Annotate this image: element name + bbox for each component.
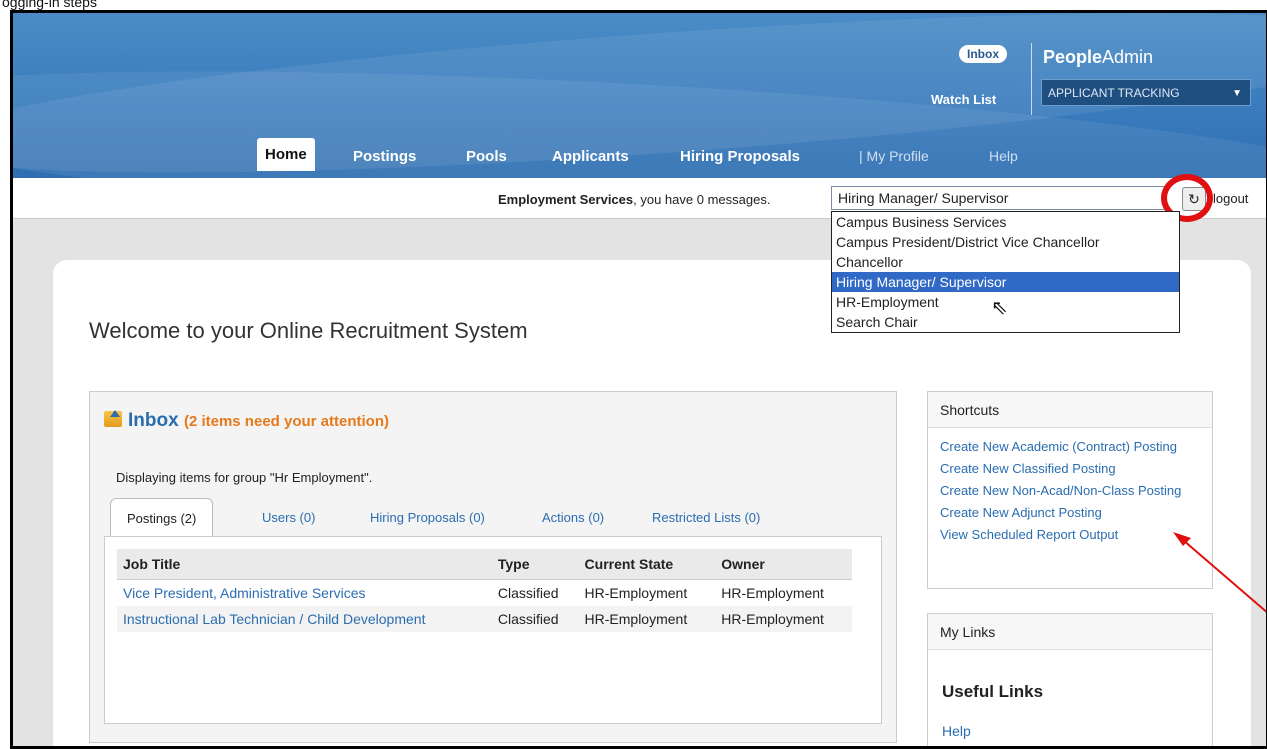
- mouse-cursor-icon: ⇖: [991, 297, 1008, 319]
- column-header[interactable]: Type: [491, 549, 579, 580]
- table-cell: Classified: [497, 585, 559, 601]
- main-nav: Home Postings Pools Applicants Hiring Pr…: [13, 138, 1266, 178]
- nav-tab-postings[interactable]: Postings: [353, 148, 416, 165]
- inbox-tabs: Postings (2) Users (0) Hiring Proposals …: [110, 498, 900, 536]
- tab-hiring-proposals[interactable]: Hiring Proposals (0): [370, 510, 485, 525]
- refresh-icon[interactable]: ↻: [1182, 187, 1206, 211]
- role-option-selected[interactable]: Hiring Manager/ Supervisor: [832, 272, 1179, 292]
- table-cell: HR-Employment: [578, 606, 716, 632]
- nav-tab-applicants[interactable]: Applicants: [552, 148, 629, 165]
- tab-users[interactable]: Users (0): [262, 510, 315, 525]
- inbox-heading: Inbox (2 items need your attention): [104, 410, 389, 432]
- shortcut-link[interactable]: Create New Non-Acad/Non-Class Posting: [940, 482, 1210, 499]
- inbox-panel: Inbox (2 items need your attention) Disp…: [89, 391, 897, 743]
- shortcut-link[interactable]: Create New Classified Posting: [940, 460, 1210, 477]
- shortcuts-heading: Shortcuts: [928, 392, 1212, 428]
- page-title: Welcome to your Online Recruitment Syste…: [89, 318, 528, 343]
- logout-link[interactable]: logout: [1213, 191, 1248, 206]
- table-row: Vice President, Administrative Services …: [117, 580, 852, 607]
- role-option[interactable]: Campus Business Services: [832, 212, 1179, 232]
- table-cell: HR-Employment: [721, 585, 824, 601]
- browser-frame: Inbox Watch List PeopleAdmin APPLICANT T…: [10, 10, 1267, 749]
- inbox-icon: [104, 410, 122, 427]
- useful-links-heading: Useful Links: [942, 682, 1044, 701]
- column-header[interactable]: Current State: [578, 549, 716, 580]
- job-title-link[interactable]: Vice President, Administrative Services: [123, 585, 366, 601]
- postings-table: Job Title Type Current State Owner Vice …: [117, 549, 852, 632]
- tab-postings[interactable]: Postings (2): [110, 498, 214, 536]
- table-cell: HR-Employment: [584, 585, 688, 601]
- header-divider: [1031, 43, 1032, 115]
- role-select[interactable]: Hiring Manager/ Supervisor: [831, 186, 1165, 210]
- table-row: Instructional Lab Technician / Child Dev…: [117, 606, 852, 632]
- column-header[interactable]: Owner: [715, 549, 852, 580]
- messages-status: Employment Services, you have 0 messages…: [498, 192, 771, 207]
- tab-restricted-lists[interactable]: Restricted Lists (0): [652, 510, 760, 525]
- job-title-link[interactable]: Instructional Lab Technician / Child Dev…: [123, 611, 425, 627]
- nav-link-my-profile[interactable]: | My Profile: [859, 148, 929, 164]
- site-header: Inbox Watch List PeopleAdmin APPLICANT T…: [13, 13, 1266, 178]
- table-cell: Classified: [491, 606, 579, 632]
- group-display-text: Displaying items for group "Hr Employmen…: [116, 470, 373, 485]
- column-header[interactable]: Job Title: [117, 549, 492, 580]
- nav-tab-pools[interactable]: Pools: [466, 148, 507, 165]
- my-links-panel: My Links Useful Links Help: [927, 613, 1213, 746]
- tab-actions[interactable]: Actions (0): [542, 510, 604, 525]
- watch-list-link[interactable]: Watch List: [931, 92, 996, 107]
- role-option[interactable]: Chancellor: [832, 252, 1179, 272]
- nav-tab-home[interactable]: Home: [257, 138, 315, 171]
- role-option[interactable]: Campus President/District Vice Chancello…: [832, 232, 1179, 252]
- table-cell: HR-Employment: [715, 606, 852, 632]
- my-links-heading: My Links: [928, 614, 1212, 650]
- annotation-arrow: [1173, 532, 1266, 613]
- postings-table-area: Job Title Type Current State Owner Vice …: [104, 536, 882, 724]
- dropdown-arrow-icon: ▼: [1232, 88, 1242, 99]
- brand-logo: PeopleAdmin: [1043, 47, 1154, 67]
- shortcut-link[interactable]: Create New Academic (Contract) Posting: [940, 438, 1210, 455]
- table-header-row: Job Title Type Current State Owner: [117, 549, 852, 580]
- nav-link-help[interactable]: Help: [989, 148, 1018, 164]
- attention-count: (2 items need your attention): [183, 413, 389, 430]
- help-link[interactable]: Help: [942, 723, 971, 739]
- application-selector[interactable]: APPLICANT TRACKING ▼: [1041, 79, 1251, 106]
- header-inbox-button[interactable]: Inbox: [959, 45, 1007, 63]
- caption-text: ogging-in steps: [2, 0, 97, 10]
- nav-tab-hiring-proposals[interactable]: Hiring Proposals: [680, 148, 800, 165]
